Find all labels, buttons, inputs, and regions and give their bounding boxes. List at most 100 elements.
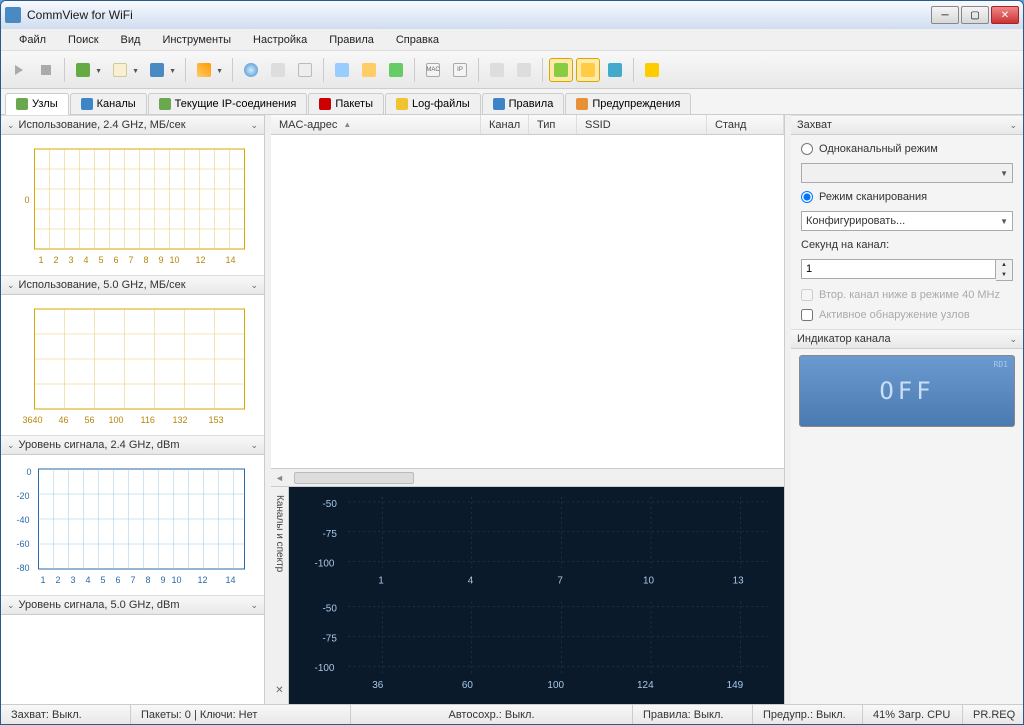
filter-d-button[interactable] — [549, 58, 573, 82]
svg-text:7: 7 — [131, 575, 136, 585]
link-icon — [362, 63, 376, 77]
col-type[interactable]: Тип — [529, 115, 577, 134]
play-icon — [15, 65, 23, 75]
sec-per-channel-input[interactable] — [801, 259, 996, 279]
wrench2-icon — [517, 63, 531, 77]
app-icon — [5, 7, 21, 23]
indicator-header[interactable]: Индикатор канала⌄ — [791, 329, 1023, 349]
spectrum-vtab[interactable]: Каналы и спектр ✕ — [271, 487, 289, 704]
connect-button[interactable] — [384, 58, 408, 82]
svg-text:-100: -100 — [315, 559, 335, 570]
window-title: CommView for WiFi — [27, 8, 931, 22]
menu-view[interactable]: Вид — [111, 31, 151, 49]
section-usage-24[interactable]: ⌄Использование, 2.4 GHz, МБ/сек⌄ — [1, 115, 264, 135]
spin-up-button[interactable]: ▲ — [996, 260, 1012, 270]
check-label: Активное обнаружение узлов — [819, 309, 970, 321]
play-button[interactable] — [7, 58, 31, 82]
key-button[interactable] — [640, 58, 664, 82]
menu-help[interactable]: Справка — [386, 31, 449, 49]
ip-button[interactable]: IP — [448, 58, 472, 82]
svg-text:4: 4 — [84, 255, 89, 265]
svg-text:3640: 3640 — [23, 415, 43, 425]
svg-text:8: 8 — [144, 255, 149, 265]
close-button[interactable]: ✕ — [991, 6, 1019, 24]
ip-tab-icon — [159, 98, 171, 110]
titlebar[interactable]: CommView for WiFi ─ ▢ ✕ — [1, 1, 1023, 29]
magnify-button[interactable] — [239, 58, 263, 82]
rules-tab-icon — [493, 98, 505, 110]
warn-tab-icon — [576, 98, 588, 110]
mac-button[interactable]: MAC — [421, 58, 445, 82]
radio-single-channel-input[interactable] — [801, 143, 813, 155]
spectrum-panel: Каналы и спектр ✕ -50-75-100 1471013 -50… — [271, 486, 784, 704]
filter-m-button[interactable] — [576, 58, 600, 82]
channel-combo: ▼ — [801, 163, 1013, 183]
combo-label: Конфигурировать... — [806, 215, 905, 227]
new-button[interactable]: ▼ — [108, 58, 132, 82]
svg-text:149: 149 — [727, 680, 744, 691]
svg-text:8: 8 — [146, 575, 151, 585]
svg-text:1: 1 — [41, 575, 46, 585]
check-active-discovery[interactable]: Активное обнаружение узлов — [801, 309, 1013, 321]
sec-per-channel-stepper[interactable]: ▲▼ — [801, 259, 1013, 281]
log-button[interactable] — [266, 58, 290, 82]
col-channel[interactable]: Канал — [481, 115, 529, 134]
scroll-thumb[interactable] — [294, 472, 414, 484]
svg-text:-80: -80 — [17, 563, 30, 573]
col-mac[interactable]: MAC-адрес▲ — [271, 115, 481, 134]
stop-button[interactable] — [34, 58, 58, 82]
maximize-button[interactable]: ▢ — [961, 6, 989, 24]
doc-button[interactable] — [293, 58, 317, 82]
svg-text:124: 124 — [637, 680, 654, 691]
spin-down-button[interactable]: ▼ — [996, 270, 1012, 280]
spectrum-close-button[interactable]: ✕ — [275, 685, 283, 696]
capture-header[interactable]: Захват⌄ — [791, 115, 1023, 135]
tab-channels[interactable]: Каналы — [70, 93, 147, 114]
minimize-button[interactable]: ─ — [931, 6, 959, 24]
radio-scan-mode-input[interactable] — [801, 191, 813, 203]
filter-c-button[interactable] — [603, 58, 627, 82]
tab-warnings[interactable]: Предупреждения — [565, 93, 691, 114]
svg-text:3: 3 — [69, 255, 74, 265]
menu-rules[interactable]: Правила — [319, 31, 384, 49]
table-header: MAC-адрес▲ Канал Тип SSID Станд — [271, 115, 784, 135]
table-body[interactable] — [271, 135, 784, 468]
configure-combo[interactable]: Конфигурировать...▼ — [801, 211, 1013, 231]
menu-settings[interactable]: Настройка — [243, 31, 317, 49]
nodes-button[interactable] — [330, 58, 354, 82]
radio-single-channel[interactable]: Одноканальный режим — [801, 143, 1013, 155]
col-ssid[interactable]: SSID — [577, 115, 707, 134]
svg-text:0: 0 — [25, 195, 30, 205]
wrench2-button[interactable] — [512, 58, 536, 82]
save-button[interactable]: ▼ — [145, 58, 169, 82]
tab-nodes[interactable]: Узлы — [5, 93, 69, 115]
svg-text:6: 6 — [116, 575, 121, 585]
col-standard[interactable]: Станд — [707, 115, 784, 134]
tab-log-files[interactable]: Log-файлы — [385, 93, 481, 114]
svg-text:56: 56 — [85, 415, 95, 425]
tab-label: Каналы — [97, 98, 136, 110]
svg-text:-75: -75 — [322, 633, 337, 644]
menu-search[interactable]: Поиск — [58, 31, 108, 49]
right-panel: Захват⌄ Одноканальный режим ▼ Режим скан… — [791, 115, 1023, 704]
horizontal-scrollbar[interactable]: ◄ — [271, 468, 784, 486]
check-active-discovery-input[interactable] — [801, 309, 813, 321]
chevron-down-icon: ▼ — [1000, 169, 1008, 178]
tab-packets[interactable]: Пакеты — [308, 93, 384, 114]
tab-rules[interactable]: Правила — [482, 93, 565, 114]
menu-tools[interactable]: Инструменты — [152, 31, 241, 49]
section-signal-24[interactable]: ⌄Уровень сигнала, 2.4 GHz, dBm⌄ — [1, 435, 264, 455]
tab-ip-connections[interactable]: Текущие IP-соединения — [148, 93, 308, 114]
svg-text:100: 100 — [109, 415, 124, 425]
wizard-button[interactable]: ▼ — [192, 58, 216, 82]
menu-file[interactable]: Файл — [9, 31, 56, 49]
section-signal-50[interactable]: ⌄Уровень сигнала, 5.0 GHz, dBm⌄ — [1, 595, 264, 615]
section-usage-50[interactable]: ⌄Использование, 5.0 GHz, МБ/сек⌄ — [1, 275, 264, 295]
link-button[interactable] — [357, 58, 381, 82]
chart-usage-50: 36404656100116132153 — [7, 303, 258, 431]
open-button[interactable]: ▼ — [71, 58, 95, 82]
col-label: MAC-адрес — [279, 119, 337, 131]
radio-label: Одноканальный режим — [819, 143, 938, 155]
radio-scan-mode[interactable]: Режим сканирования — [801, 191, 1013, 203]
wrench1-button[interactable] — [485, 58, 509, 82]
